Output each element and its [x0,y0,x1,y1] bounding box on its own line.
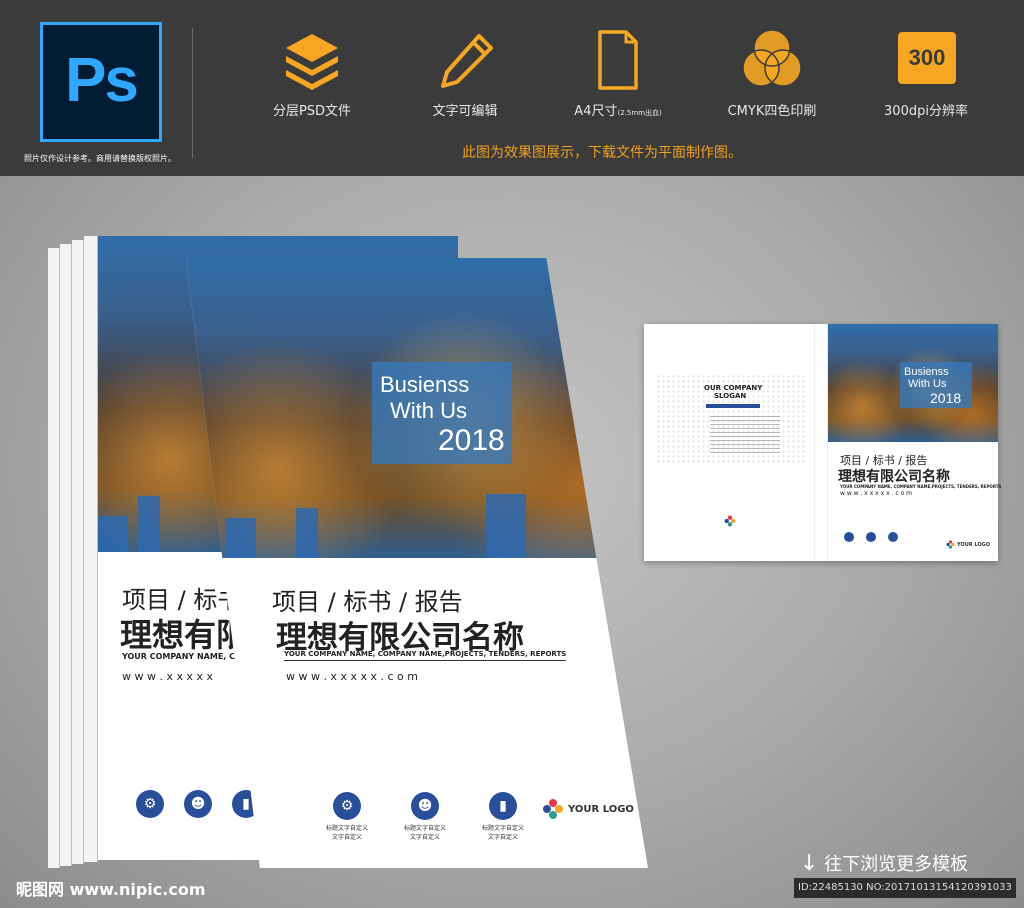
spread-year: 2018 [930,390,962,406]
flat-spread: OUR COMPANY SLOGAN Busienss With Us 2018… [644,324,1002,561]
gear-icon [844,532,854,542]
users-icon: ☻ [184,790,212,818]
bleed-note: (2.5mm出血) [617,109,662,117]
gear-icon: ⚙ [136,790,164,818]
feature-layered-psd: 分层PSD文件 [242,24,382,119]
notice-text: 此图为效果图展示，下载文件为平面制作图。 [462,145,742,161]
book-spine [48,248,60,868]
feature-label: 300dpi分辨率 [884,104,968,119]
site-watermark: 昵图网 www.nipic.com [16,880,206,899]
spread-logo: YOUR LOGO [946,540,990,549]
gear-icon: ⚙ [333,792,361,820]
cover-company-en: YOUR COMPANY NAME, COMPANY NAME,PROJECTS… [284,650,567,661]
a4-label: A4尺寸 [574,104,618,119]
feature-label: 文字可编辑 [432,104,498,119]
spread-company-en: YOUR COMPANY NAME, COMPANY NAME,PROJECTS… [840,484,1002,489]
badge-300-text: 300 [898,32,956,84]
users-icon: ☻ [411,792,439,820]
cmyk-circles-icon [702,24,842,94]
cover-logo: YOUR LOGO [542,798,634,820]
top-banner: Ps 照片仅作设计参考。商用请替换版权照片。 分层PSD文件 文字可编辑 A4尺… [0,0,1024,176]
feature-label: A4尺寸(2.5mm出血) [548,100,688,119]
headline-box: Busienss With Us 2018 [372,362,512,464]
spread-icon-row [844,532,898,542]
users-icon [866,532,876,542]
feature-a4-size: A4尺寸(2.5mm出血) [548,24,688,119]
slogan-bar [706,404,760,408]
book-spine [72,240,84,864]
spread-website: w w w . x x x x x . c o m [840,490,912,497]
book-spine [84,236,98,862]
spread-headline-1: Busienss [904,366,949,378]
book-spine [60,244,72,866]
back-icon-row: ⚙ ☻ ▮ [136,790,260,818]
back-company-label: OUR COMPANY [704,384,763,392]
spread-logo-text: YOUR LOGO [957,541,990,548]
spread-spine [814,324,828,561]
logo-flower-icon [946,540,955,549]
browse-more-link[interactable]: ↓ 往下浏览更多模板 [800,850,968,876]
feature-cmyk: CMYK四色印刷 [702,24,842,119]
headline-line-2: With Us [390,398,467,423]
photoshop-logo-icon: Ps [40,22,162,142]
arrow-down-icon: ↓ [800,851,819,876]
page-icon [548,24,688,94]
spread-company: 理想有限公司名称 [838,469,950,485]
feature-300dpi: 300 300dpi分辨率 [856,24,996,119]
feature-label: CMYK四色印刷 [727,104,817,119]
browse-more-label: 往下浏览更多模板 [824,854,969,875]
icon-caption: 标题文字自定义 文字自定义 [403,825,446,841]
cover-website: w w w . x x x x x . c o m [286,670,418,683]
logo-flower-icon [543,799,563,819]
back-website: w w w . x x x x x [122,670,214,683]
icon-item: ▮ 标题文字自定义 文字自定义 [474,792,532,842]
badge-300-icon: 300 [856,24,996,94]
spread-headline-2: With Us [908,378,947,390]
icon-caption: 标题文字自定义 文字自定义 [481,825,524,841]
logo-text: YOUR LOGO [568,803,634,815]
divider [192,28,193,158]
pencil-icon [395,24,535,94]
headline-year: 2018 [438,424,505,457]
icon-caption: 标题文字自定义 文字自定义 [325,825,368,841]
feature-label: 分层PSD文件 [272,104,352,119]
back-company: 理想有限 [120,616,249,654]
back-logo-icon [724,512,736,531]
image-id: ID:22485130 NO:20171013154120391033 [794,878,1016,898]
back-body-text [710,416,780,456]
icon-item: ☻ 标题文字自定义 文字自定义 [396,792,454,842]
bar-chart-icon: ▮ [489,792,517,820]
ps-logo-text: Ps [65,46,139,115]
layers-icon [242,24,382,94]
feature-editable-text: 文字可编辑 [395,24,535,119]
back-slogan: SLOGAN [714,392,747,400]
headline-line-1: Busienss [380,372,470,397]
spread-headline-box: Busienss With Us 2018 [900,362,972,408]
cover-icon-row: ⚙ 标题文字自定义 文字自定义 ☻ 标题文字自定义 文字自定义 ▮ 标题文字自定… [318,792,532,842]
bar-chart-icon [888,532,898,542]
icon-item: ⚙ 标题文字自定义 文字自定义 [318,792,376,842]
